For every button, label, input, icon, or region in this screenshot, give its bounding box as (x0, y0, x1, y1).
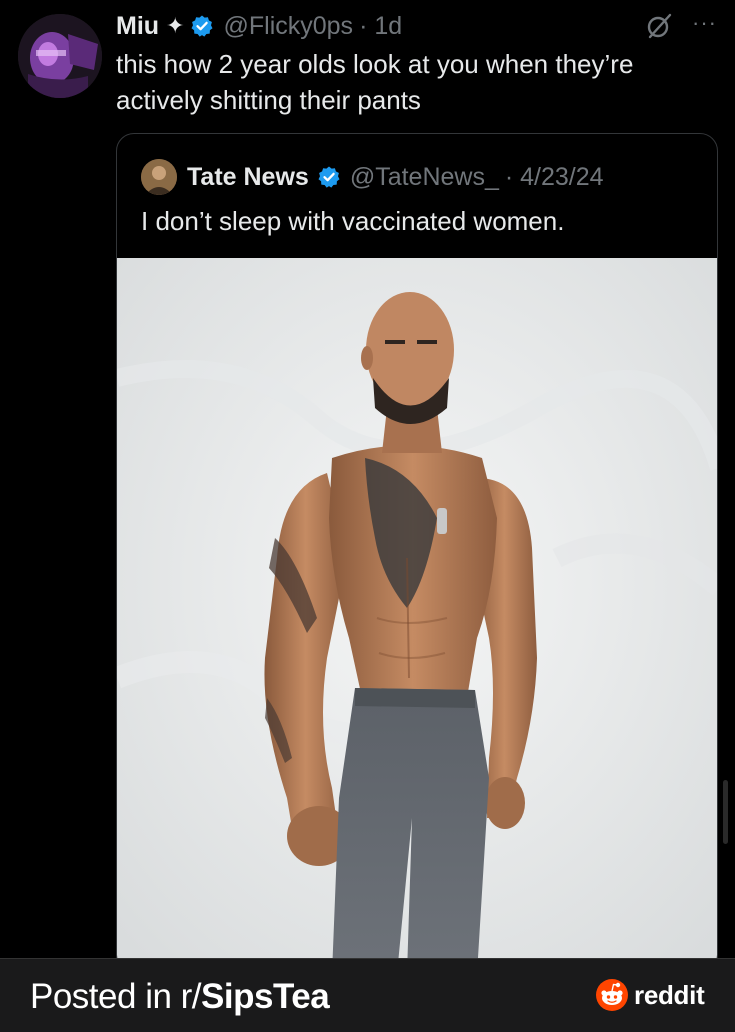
quoted-tweet-photo[interactable] (117, 258, 718, 973)
grok-icon[interactable] (645, 12, 673, 40)
tweet-header: Miu ✦ @Flicky0ps · 1d (116, 10, 715, 42)
quoted-user-avatar[interactable] (141, 159, 177, 195)
subreddit-name[interactable]: SipsTea (201, 977, 330, 1016)
user-handle[interactable]: @Flicky0ps (223, 12, 353, 41)
tweet-time[interactable]: · 1d (359, 12, 402, 41)
quoted-tweet-date[interactable]: · 4/23/24 (505, 163, 604, 192)
posted-in-label[interactable]: Posted in r/SipsTea (30, 977, 330, 1017)
sparkle-icon: ✦ (166, 13, 185, 38)
quoted-display-name[interactable]: Tate News (187, 163, 309, 192)
tweet-text: this how 2 year olds look at you when th… (116, 49, 634, 115)
display-name[interactable]: Miu (116, 12, 159, 41)
user-avatar[interactable] (18, 14, 102, 98)
more-icon[interactable]: ··· (692, 10, 717, 36)
reddit-snoo-icon (596, 979, 628, 1011)
reddit-wordmark: reddit (634, 979, 705, 1010)
reddit-footer-bar: Posted in r/SipsTea reddit (0, 958, 735, 1032)
quoted-user-handle[interactable]: @TateNews_ (350, 163, 499, 192)
verified-badge-icon (318, 166, 340, 188)
verified-badge-icon (191, 15, 213, 37)
quoted-tweet-text: I don’t sleep with vaccinated women. (141, 206, 565, 236)
tweet: Miu ✦ @Flicky0ps · 1d ··· this how 2 yea… (0, 0, 735, 973)
scrollbar[interactable] (723, 780, 728, 844)
quoted-tweet-header: Tate News @TateNews_ · 4/23/24 (141, 159, 604, 195)
reddit-logo[interactable]: reddit (596, 979, 705, 1011)
posted-prefix: Posted in r/ (30, 977, 202, 1016)
quoted-tweet[interactable]: Tate News @TateNews_ · 4/23/24 I don’t s… (116, 133, 718, 973)
